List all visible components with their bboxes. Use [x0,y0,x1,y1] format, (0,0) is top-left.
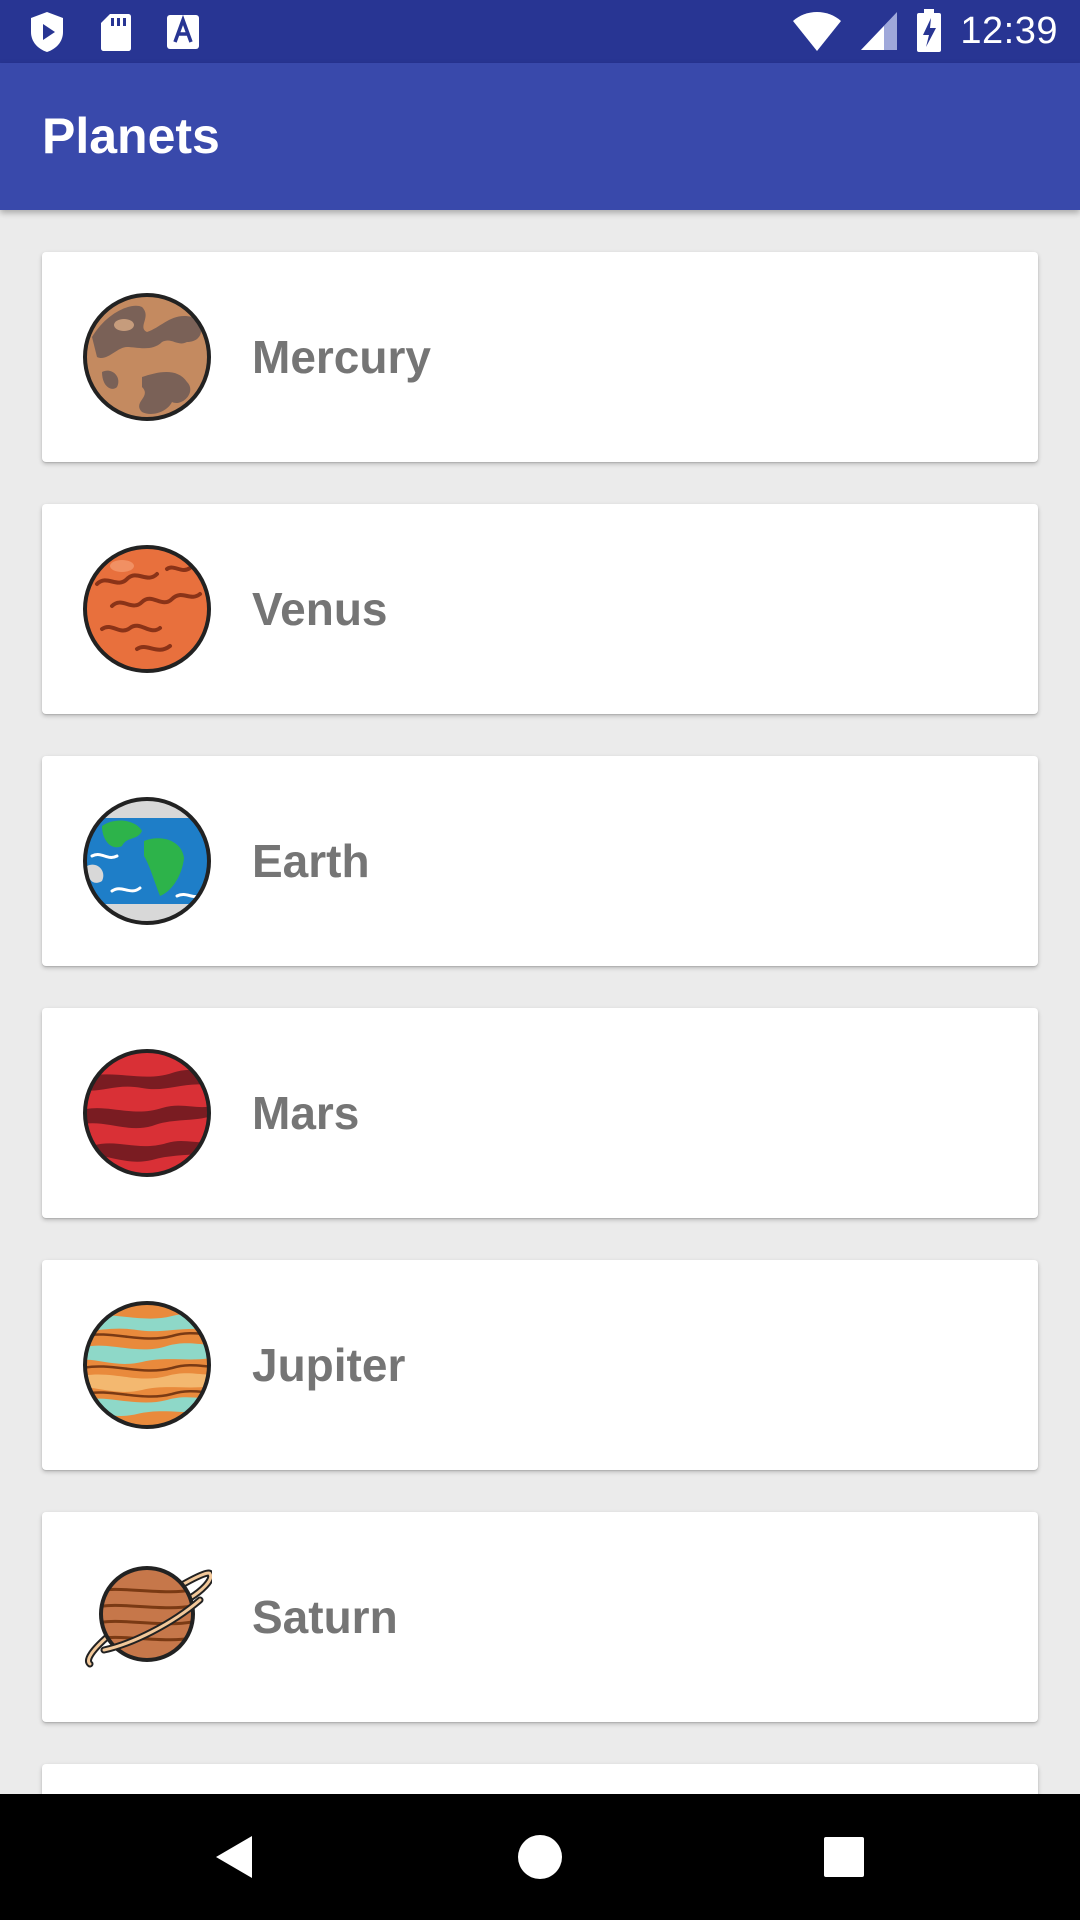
jupiter-icon [83,1301,211,1429]
planet-name: Mercury [252,331,431,383]
cell-signal-icon [861,12,898,50]
list-item-venus[interactable]: Venus [42,504,1038,714]
battery-charging-icon [917,9,942,52]
earth-icon [83,797,211,925]
sd-card-icon [101,14,131,51]
mars-icon [83,1049,211,1177]
planet-name: Earth [252,835,370,887]
wifi-icon [793,12,842,51]
list-item-jupiter[interactable]: Jupiter [42,1260,1038,1470]
home-icon[interactable] [515,1832,565,1882]
planet-list[interactable]: Mercury Venus Earth Mars Jupiter Saturn [0,210,1080,1794]
status-bar: 12:39 [0,0,1080,63]
text-a-icon [167,14,199,49]
list-item-mars[interactable]: Mars [42,1008,1038,1218]
venus-icon [83,545,211,673]
planet-name: Venus [252,583,388,635]
status-time: 12:39 [960,10,1058,52]
app-bar: Planets [0,63,1080,210]
list-item-partial[interactable] [42,1764,1038,1794]
list-item-saturn[interactable]: Saturn [42,1512,1038,1722]
recents-icon[interactable] [819,1832,869,1882]
back-icon[interactable] [210,1832,260,1882]
planet-name: Mars [252,1087,360,1139]
mercury-icon [83,293,211,421]
page-title: Planets [42,108,220,164]
list-item-mercury[interactable]: Mercury [42,252,1038,462]
navigation-bar [0,1794,1080,1920]
list-item-earth[interactable]: Earth [42,756,1038,966]
planet-name: Saturn [252,1591,398,1643]
planet-name: Jupiter [252,1339,406,1391]
play-protect-icon [31,12,63,52]
saturn-icon [85,1566,212,1668]
